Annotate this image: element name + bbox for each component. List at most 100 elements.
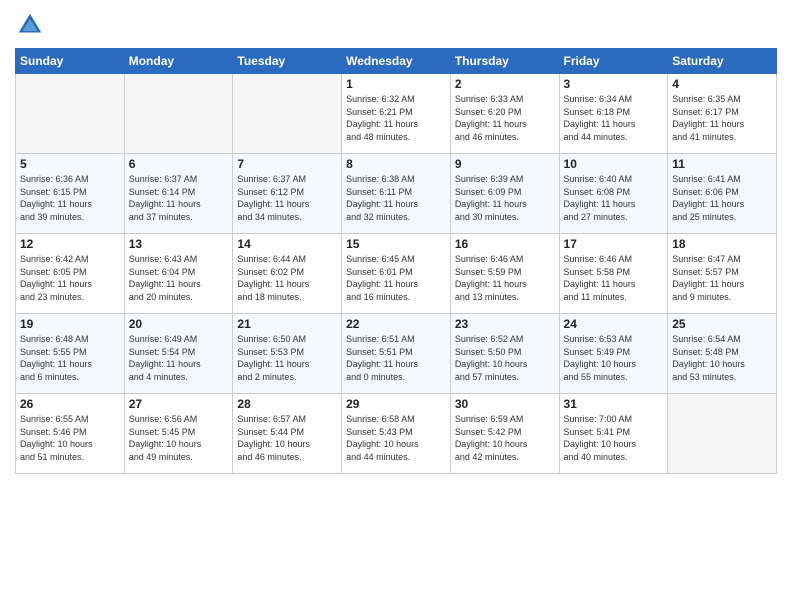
week-row-4: 19 Sunrise: 6:48 AM Sunset: 5:55 PM Dayli… [16,314,777,394]
day-info: Sunrise: 6:59 AM Sunset: 5:42 PM Dayligh… [455,413,555,463]
day-header-thursday: Thursday [450,49,559,74]
day-info: Sunrise: 7:00 AM Sunset: 5:41 PM Dayligh… [564,413,664,463]
day-number: 11 [672,157,772,171]
calendar-cell [668,394,777,474]
day-number: 25 [672,317,772,331]
week-row-3: 12 Sunrise: 6:42 AM Sunset: 6:05 PM Dayli… [16,234,777,314]
day-info: Sunrise: 6:33 AM Sunset: 6:20 PM Dayligh… [455,93,555,143]
calendar-cell: 15Sunrise: 6:45 AM Sunset: 6:01 PM Dayli… [342,234,451,314]
day-info: Sunrise: 6:44 AM Sunset: 6:02 PM Dayligh… [237,253,337,303]
day-info: Sunrise: 6:36 AM Sunset: 6:15 PM Dayligh… [20,173,120,223]
logo-icon [15,10,45,40]
day-info: Sunrise: 6:48 AM Sunset: 5:55 PM Dayligh… [20,333,120,383]
calendar-cell: 3Sunrise: 6:34 AM Sunset: 6:18 PM Daylig… [559,74,668,154]
day-info: Sunrise: 6:54 AM Sunset: 5:48 PM Dayligh… [672,333,772,383]
calendar-cell: 1 Sunrise: 6:32 AM Sunset: 6:21 PM Daylig… [342,74,451,154]
day-info: Sunrise: 6:52 AM Sunset: 5:50 PM Dayligh… [455,333,555,383]
day-info: Sunrise: 6:47 AM Sunset: 5:57 PM Dayligh… [672,253,772,303]
calendar-header-row: SundayMondayTuesdayWednesdayThursdayFrid… [16,49,777,74]
calendar-cell: 7 Sunrise: 6:37 AM Sunset: 6:12 PM Daylig… [233,154,342,234]
calendar-cell: 26 Sunrise: 6:55 AM Sunset: 5:46 PM Dayli… [16,394,125,474]
day-info: Sunrise: 6:49 AM Sunset: 5:54 PM Dayligh… [129,333,229,383]
day-info: Sunrise: 6:37 AM Sunset: 6:14 PM Dayligh… [129,173,229,223]
calendar-cell: 30 Sunrise: 6:59 AM Sunset: 5:42 PM Dayli… [450,394,559,474]
day-info: Sunrise: 6:57 AM Sunset: 5:44 PM Dayligh… [237,413,337,463]
day-info: Sunrise: 6:39 AM Sunset: 6:09 PM Dayligh… [455,173,555,223]
day-info: Sunrise: 6:32 AM Sunset: 6:21 PM Dayligh… [346,93,446,143]
header [15,10,777,40]
logo [15,10,49,40]
day-info: Sunrise: 6:34 AM Sunset: 6:18 PM Dayligh… [564,93,664,143]
calendar-cell: 10 Sunrise: 6:40 AM Sunset: 6:08 PM Dayli… [559,154,668,234]
day-number: 24 [564,317,664,331]
day-header-monday: Monday [124,49,233,74]
day-number: 14 [237,237,337,251]
calendar-table: SundayMondayTuesdayWednesdayThursdayFrid… [15,48,777,474]
calendar-cell: 20 Sunrise: 6:49 AM Sunset: 5:54 PM Dayli… [124,314,233,394]
day-number: 31 [564,397,664,411]
day-number: 10 [564,157,664,171]
calendar-cell: 16 Sunrise: 6:46 AM Sunset: 5:59 PM Dayli… [450,234,559,314]
calendar-cell: 21 Sunrise: 6:50 AM Sunset: 5:53 PM Dayli… [233,314,342,394]
day-number: 1 [346,77,446,91]
calendar-cell: 6 Sunrise: 6:37 AM Sunset: 6:14 PM Daylig… [124,154,233,234]
day-number: 9 [455,157,555,171]
calendar-cell: 13Sunrise: 6:43 AM Sunset: 6:04 PM Dayli… [124,234,233,314]
day-number: 22 [346,317,446,331]
day-number: 4 [672,77,772,91]
day-info: Sunrise: 6:58 AM Sunset: 5:43 PM Dayligh… [346,413,446,463]
calendar-container: SundayMondayTuesdayWednesdayThursdayFrid… [0,0,792,612]
calendar-cell: 14 Sunrise: 6:44 AM Sunset: 6:02 PM Dayli… [233,234,342,314]
day-header-tuesday: Tuesday [233,49,342,74]
calendar-cell [124,74,233,154]
calendar-cell: 31 Sunrise: 7:00 AM Sunset: 5:41 PM Dayli… [559,394,668,474]
day-info: Sunrise: 6:51 AM Sunset: 5:51 PM Dayligh… [346,333,446,383]
day-number: 5 [20,157,120,171]
calendar-cell: 25 Sunrise: 6:54 AM Sunset: 5:48 PM Dayli… [668,314,777,394]
calendar-cell: 24 Sunrise: 6:53 AM Sunset: 5:49 PM Dayli… [559,314,668,394]
day-info: Sunrise: 6:56 AM Sunset: 5:45 PM Dayligh… [129,413,229,463]
day-info: Sunrise: 6:42 AM Sunset: 6:05 PM Dayligh… [20,253,120,303]
day-number: 12 [20,237,120,251]
week-row-2: 5 Sunrise: 6:36 AM Sunset: 6:15 PM Daylig… [16,154,777,234]
calendar-cell: 2 Sunrise: 6:33 AM Sunset: 6:20 PM Daylig… [450,74,559,154]
day-info: Sunrise: 6:37 AM Sunset: 6:12 PM Dayligh… [237,173,337,223]
day-info: Sunrise: 6:46 AM Sunset: 5:58 PM Dayligh… [564,253,664,303]
calendar-cell: 19 Sunrise: 6:48 AM Sunset: 5:55 PM Dayli… [16,314,125,394]
day-number: 26 [20,397,120,411]
day-number: 2 [455,77,555,91]
calendar-cell [16,74,125,154]
day-number: 21 [237,317,337,331]
day-number: 19 [20,317,120,331]
day-number: 29 [346,397,446,411]
day-number: 23 [455,317,555,331]
calendar-cell: 4 Sunrise: 6:35 AM Sunset: 6:17 PM Daylig… [668,74,777,154]
calendar-cell: 11Sunrise: 6:41 AM Sunset: 6:06 PM Dayli… [668,154,777,234]
day-number: 16 [455,237,555,251]
day-number: 8 [346,157,446,171]
day-number: 17 [564,237,664,251]
day-header-wednesday: Wednesday [342,49,451,74]
day-number: 18 [672,237,772,251]
calendar-cell: 27 Sunrise: 6:56 AM Sunset: 5:45 PM Dayli… [124,394,233,474]
day-number: 30 [455,397,555,411]
calendar-cell: 29 Sunrise: 6:58 AM Sunset: 5:43 PM Dayli… [342,394,451,474]
calendar-cell: 18 Sunrise: 6:47 AM Sunset: 5:57 PM Dayli… [668,234,777,314]
day-number: 20 [129,317,229,331]
day-number: 13 [129,237,229,251]
calendar-cell: 17 Sunrise: 6:46 AM Sunset: 5:58 PM Dayli… [559,234,668,314]
day-info: Sunrise: 6:35 AM Sunset: 6:17 PM Dayligh… [672,93,772,143]
day-info: Sunrise: 6:53 AM Sunset: 5:49 PM Dayligh… [564,333,664,383]
day-info: Sunrise: 6:55 AM Sunset: 5:46 PM Dayligh… [20,413,120,463]
calendar-cell: 12 Sunrise: 6:42 AM Sunset: 6:05 PM Dayli… [16,234,125,314]
day-number: 7 [237,157,337,171]
day-number: 28 [237,397,337,411]
day-info: Sunrise: 6:46 AM Sunset: 5:59 PM Dayligh… [455,253,555,303]
day-info: Sunrise: 6:50 AM Sunset: 5:53 PM Dayligh… [237,333,337,383]
day-number: 6 [129,157,229,171]
day-number: 15 [346,237,446,251]
day-number: 27 [129,397,229,411]
week-row-5: 26 Sunrise: 6:55 AM Sunset: 5:46 PM Dayli… [16,394,777,474]
day-info: Sunrise: 6:38 AM Sunset: 6:11 PM Dayligh… [346,173,446,223]
day-info: Sunrise: 6:40 AM Sunset: 6:08 PM Dayligh… [564,173,664,223]
